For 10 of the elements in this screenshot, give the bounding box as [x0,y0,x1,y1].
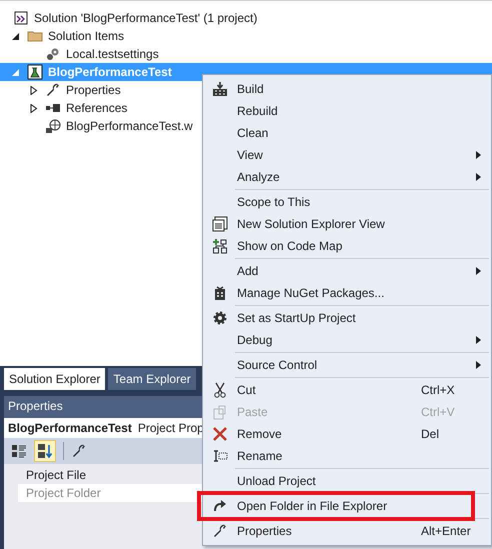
tree-item-label: Properties [65,83,121,97]
property-name: Project File [26,468,86,482]
tree-item-label: Solution Items [47,29,124,43]
tree-item-label: BlogPerformanceTest [47,65,172,79]
tree-item-label: Solution 'BlogPerformanceTest' (1 project) [33,11,258,25]
tree-item-label: Local.testsettings [65,47,159,61]
tree-item-label: BlogPerformanceTest.w [65,119,193,133]
property-name: Project Folder [26,486,101,500]
tree-item-label: References [65,101,128,115]
object-name: BlogPerformanceTest [8,421,132,435]
